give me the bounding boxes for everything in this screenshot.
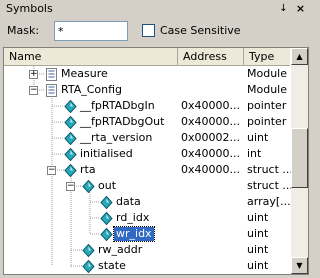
- row-type: Module: [247, 67, 287, 80]
- close-icon[interactable]: ×: [294, 2, 307, 15]
- row-type: struct ...: [247, 163, 293, 176]
- row-name: __fpRTADbgIn: [80, 99, 155, 112]
- column-header-address[interactable]: Address: [178, 48, 244, 66]
- table-row[interactable]: − rta 0x40000... struct ...: [4, 162, 293, 178]
- collapse-icon[interactable]: −: [66, 182, 75, 191]
- variable-icon: [64, 163, 77, 178]
- table-row[interactable]: − RTA_Config Module: [4, 82, 290, 98]
- row-address: 0x40000...: [181, 99, 240, 112]
- row-address: 0x40000...: [181, 115, 240, 128]
- row-name: state: [98, 259, 126, 272]
- row-address: 0x40000...: [181, 147, 240, 160]
- row-name: out: [98, 179, 117, 192]
- panel-title: Symbols: [6, 2, 53, 15]
- row-name: initialised: [80, 147, 133, 160]
- case-sensitive-label: Case Sensitive: [160, 24, 241, 37]
- variable-icon: [82, 243, 95, 258]
- table-row[interactable]: __rta_version 0x00002... uint: [4, 130, 290, 146]
- case-sensitive-checkbox[interactable]: [142, 24, 155, 37]
- table-row[interactable]: − out struct ...: [4, 178, 293, 194]
- module-icon: [45, 84, 58, 97]
- scroll-thumb[interactable]: [291, 128, 308, 188]
- row-type: pointer: [247, 115, 287, 128]
- table-row[interactable]: __fpRTADbgOut 0x40000... pointer: [4, 114, 290, 130]
- row-name: wr_idx: [113, 226, 155, 242]
- variable-icon: [82, 259, 95, 274]
- column-header-type[interactable]: Type: [244, 48, 290, 66]
- column-header-name[interactable]: Name: [4, 48, 178, 66]
- filter-row: Mask: Case Sensitive: [0, 20, 312, 44]
- row-type: Module: [247, 83, 287, 96]
- variable-icon: [64, 131, 77, 146]
- table-header: Name Address Type: [4, 48, 290, 66]
- mask-input[interactable]: [54, 21, 128, 41]
- row-address: 0x00002...: [181, 131, 240, 144]
- row-name: rw_addr: [98, 243, 143, 256]
- variable-icon: [64, 115, 77, 130]
- row-name: rta: [80, 163, 96, 176]
- scroll-up-icon[interactable]: ▲: [291, 48, 308, 65]
- variable-icon: [64, 147, 77, 162]
- row-type: array[...: [247, 195, 291, 208]
- symbols-table: Name Address Type + Measure Module − RTA…: [3, 47, 309, 275]
- row-name: __rta_version: [80, 131, 153, 144]
- table-row[interactable]: __fpRTADbgIn 0x40000... pointer: [4, 98, 290, 114]
- table-body: + Measure Module − RTA_Config Module __f…: [4, 66, 293, 274]
- collapse-icon[interactable]: −: [47, 166, 56, 175]
- table-row[interactable]: state uint: [4, 258, 290, 274]
- pin-icon[interactable]: ↓: [277, 2, 290, 15]
- mask-label: Mask:: [7, 24, 40, 37]
- table-row[interactable]: data array[...: [4, 194, 291, 210]
- variable-icon: [100, 211, 113, 226]
- row-type: uint: [247, 243, 269, 256]
- table-row[interactable]: rw_addr uint: [4, 242, 290, 258]
- table-row-selected[interactable]: wr_idx uint: [4, 226, 290, 242]
- row-type: pointer: [247, 99, 287, 112]
- row-type: struct ...: [247, 179, 293, 192]
- row-type: uint: [247, 131, 269, 144]
- row-name: rd_idx: [116, 211, 150, 224]
- variable-icon: [64, 99, 77, 114]
- table-row[interactable]: initialised 0x40000... int: [4, 146, 290, 162]
- table-row[interactable]: rd_idx uint: [4, 210, 290, 226]
- scroll-down-icon[interactable]: ▼: [291, 257, 308, 274]
- row-type: int: [247, 147, 262, 160]
- variable-icon: [100, 227, 113, 242]
- symbols-panel: Symbols ↓ × Mask: Case Sensitive Name Ad…: [0, 0, 312, 278]
- collapse-icon[interactable]: −: [29, 86, 38, 95]
- row-type: uint: [247, 211, 269, 224]
- vertical-scrollbar[interactable]: ▲ ▼: [291, 48, 308, 274]
- row-name: Measure: [61, 67, 108, 80]
- row-name: RTA_Config: [61, 83, 123, 96]
- row-type: uint: [247, 259, 269, 272]
- row-type: uint: [247, 227, 269, 240]
- row-name: data: [116, 195, 141, 208]
- variable-icon: [82, 179, 95, 194]
- module-icon: [45, 68, 58, 81]
- row-name: __fpRTADbgOut: [80, 115, 165, 128]
- variable-icon: [100, 195, 113, 210]
- panel-titlebar: Symbols ↓ ×: [0, 0, 312, 18]
- row-address: 0x40000...: [181, 163, 240, 176]
- expand-icon[interactable]: +: [29, 70, 38, 79]
- table-row[interactable]: + Measure Module: [4, 66, 290, 82]
